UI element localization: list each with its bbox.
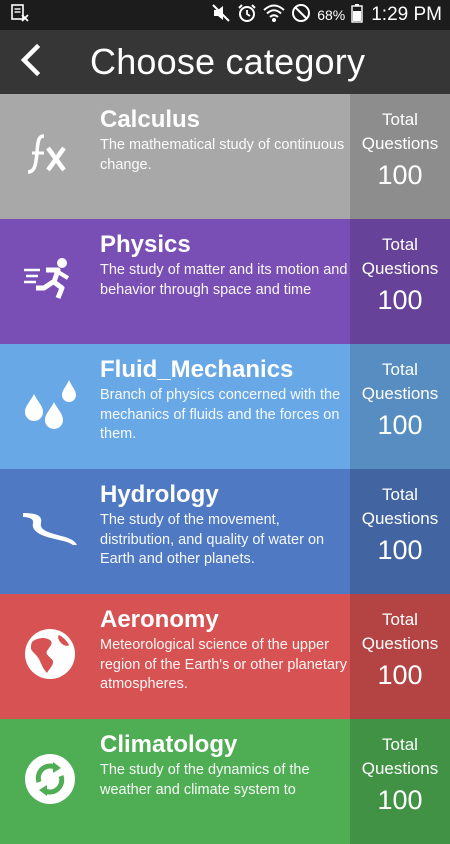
recycle-icon [23,752,77,811]
count-label: Total Questions [361,485,439,528]
category-row-calculus[interactable]: Calculus The mathematical study of conti… [0,94,450,219]
category-description: The study of matter and its motion and b… [100,262,348,298]
do-not-disturb-icon [291,3,311,27]
back-button[interactable] [0,30,60,94]
category-row-climatology[interactable]: Climatology The study of the dynamics of… [0,719,450,844]
category-row-aeronomy[interactable]: Aeronomy Meteorological science of the u… [0,594,450,719]
app-bar: Choose category [0,30,450,94]
notification-icon [10,3,30,28]
category-list: Calculus The mathematical study of conti… [0,94,450,844]
category-description: The study of the dynamics of the weather… [100,762,310,798]
wifi-icon [263,3,285,27]
category-name: Climatology [100,731,238,758]
function-icon [22,126,78,187]
count-label: Total Questions [361,610,439,653]
question-count: 100 [377,535,423,565]
category-description: The study of the movement, distribution,… [100,512,325,567]
status-bar: 68% 1:29 PM [0,0,450,30]
category-description: The mathematical study of continuous cha… [100,137,345,173]
globe-icon [23,627,77,686]
runner-icon [22,254,78,309]
category-name: Physics [100,231,191,258]
question-count-panel: Total Questions 100 [350,594,450,719]
status-time: 1:29 PM [371,4,442,25]
category-name: Hydrology [100,481,219,508]
category-row-physics[interactable]: Physics The study of matter and its moti… [0,219,450,344]
question-count-panel: Total Questions 100 [350,344,450,469]
count-label: Total Questions [361,235,439,278]
question-count: 100 [377,660,423,690]
category-name: Fluid_Mechanics [100,356,294,383]
count-label: Total Questions [361,735,439,778]
question-count: 100 [377,785,423,815]
count-label: Total Questions [361,110,439,153]
question-count: 100 [377,410,423,440]
category-row-fluid-mechanics[interactable]: Fluid_Mechanics Branch of physics concer… [0,344,450,469]
question-count-panel: Total Questions 100 [350,219,450,344]
question-count: 100 [377,160,423,190]
question-count-panel: Total Questions 100 [350,94,450,219]
count-label: Total Questions [361,360,439,403]
chevron-left-icon [18,43,42,81]
battery-percent: 68% [317,7,346,23]
page-title: Choose category [90,41,366,82]
category-row-hydrology[interactable]: Hydrology The study of the movement, dis… [0,469,450,594]
mute-icon [211,3,231,27]
category-name: Aeronomy [100,606,219,633]
category-description: Branch of physics concerned with the mec… [100,387,341,442]
category-description: Meteorological science of the upper regi… [100,637,347,692]
battery-icon [351,3,363,27]
question-count: 100 [377,285,423,315]
river-icon [21,509,79,554]
category-name: Calculus [100,106,201,133]
question-count-panel: Total Questions 100 [350,719,450,844]
alarm-icon [237,3,257,27]
question-count-panel: Total Questions 100 [350,469,450,594]
droplets-icon [21,374,79,439]
